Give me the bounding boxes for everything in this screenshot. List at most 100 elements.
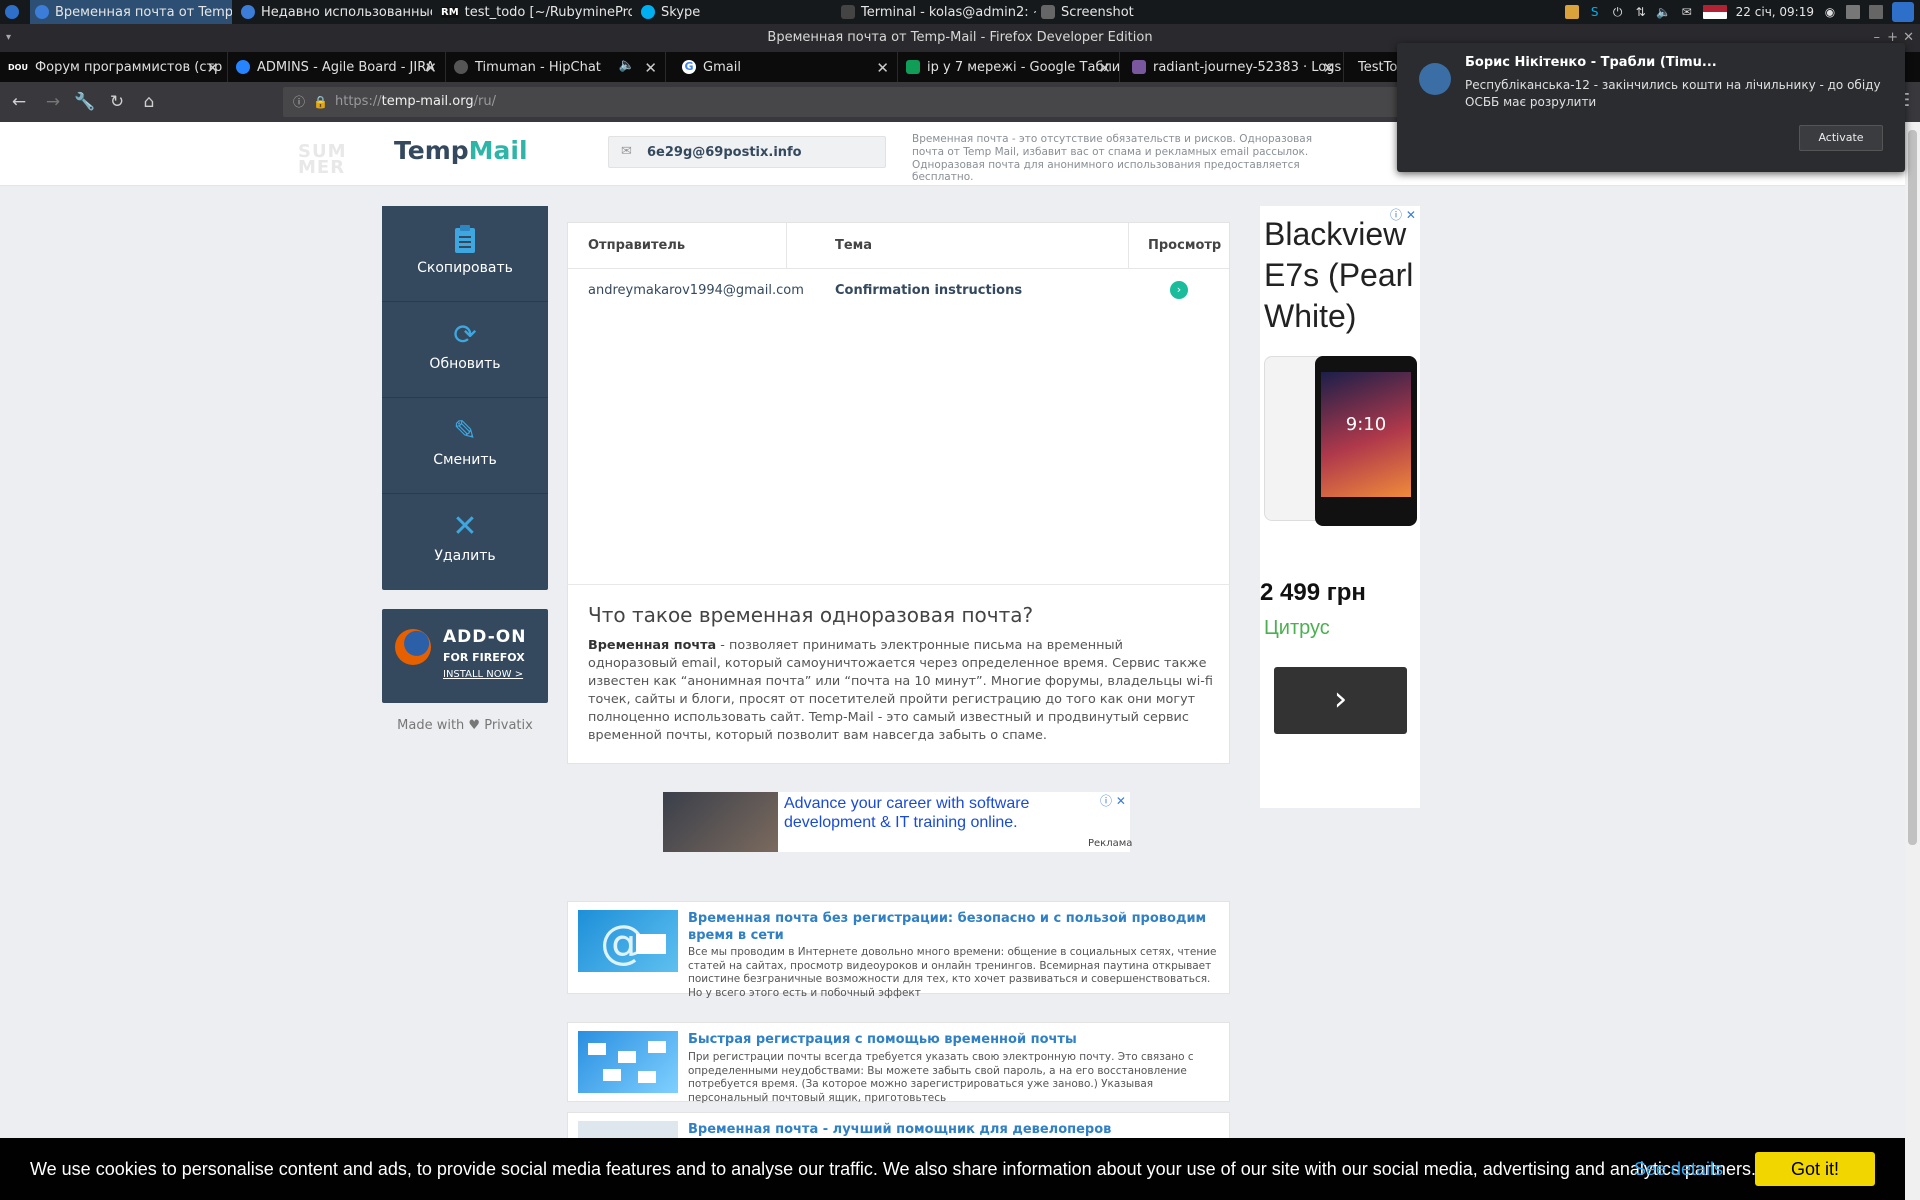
pen-icon: ✎: [453, 414, 477, 447]
cookie-accept-button[interactable]: Got it!: [1755, 1152, 1875, 1186]
url-bar[interactable]: ⓘ 🔒 https://temp-mail.org/ru/: [283, 87, 1403, 117]
power-plug-icon[interactable]: ⏻: [1611, 5, 1625, 19]
network-icon[interactable]: ⇅: [1634, 5, 1648, 19]
copy-button[interactable]: Скопировать: [382, 206, 548, 302]
article-title[interactable]: Временная почта - лучший помощник для де…: [688, 1121, 1223, 1138]
taskbar-task-screenshot[interactable]: Screenshot: [1036, 0, 1236, 24]
heroku-icon: [1132, 60, 1146, 74]
close-tab-icon[interactable]: ✕: [424, 59, 437, 77]
tab-jira[interactable]: ADMINS - Agile Board - JIRA ✕: [228, 52, 446, 82]
volume-icon[interactable]: 🔈: [1656, 5, 1671, 19]
refresh-label: Обновить: [429, 356, 501, 372]
article-title[interactable]: Временная почта без регистрации: безопас…: [688, 910, 1223, 944]
firefox-addon-banner[interactable]: ADD-ON FOR FIREFOX INSTALL NOW >: [382, 609, 548, 703]
desktop-notification[interactable]: Борис Нікітенко - Трабли (Timu... Респуб…: [1397, 43, 1905, 172]
logo[interactable]: TempMail: [394, 136, 528, 165]
logo-temp: Temp: [394, 136, 469, 165]
task-label: test_todo [~/RubymineProjec...: [464, 4, 632, 20]
addon-install-link[interactable]: INSTALL NOW >: [443, 669, 523, 680]
addon-subtitle: FOR FIREFOX: [443, 651, 525, 664]
mail-sender[interactable]: andreymakarov1994@gmail.com: [588, 283, 804, 298]
tab-label: Gmail: [703, 59, 741, 75]
info-text: Временная почта - позволяет принимать эл…: [588, 637, 1213, 745]
close-tab-icon[interactable]: ✕: [644, 59, 657, 77]
tab-dou-forum[interactable]: DOU Форум программистов (стр ✕: [0, 52, 228, 82]
table-row[interactable]: andreymakarov1994@gmail.com Confirmation…: [568, 269, 1229, 313]
addon-title: ADD-ON: [443, 627, 527, 647]
mail-icon[interactable]: ✉: [1680, 5, 1694, 19]
col-subject: Тема: [835, 238, 873, 253]
url-path: /ru/: [473, 94, 496, 109]
activate-button[interactable]: Activate: [1799, 125, 1883, 151]
folder-icon[interactable]: [1846, 5, 1860, 19]
notification-title: Борис Нікітенко - Трабли (Timu...: [1465, 55, 1717, 70]
list-item[interactable]: @ Временная почта без регистрации: безоп…: [567, 901, 1230, 999]
tab-hipchat[interactable]: Timuman - HipChat 🔈 ✕: [446, 52, 666, 82]
product-ad[interactable]: ⓘ ✕ Blackview E7s (Pearl White) 9:10 2 4…: [1260, 206, 1420, 808]
taskbar-task-recent[interactable]: Недавно использованные ...: [236, 0, 432, 24]
info-bold: Временная почта: [588, 638, 717, 653]
start-menu-button[interactable]: [0, 0, 24, 24]
adchoices-icon[interactable]: ⓘ ✕: [1100, 792, 1126, 809]
refresh-button[interactable]: ⟳ Обновить: [382, 302, 548, 398]
article-thumbnail-envelopes-icon: [578, 1031, 678, 1093]
forward-icon[interactable]: →: [42, 91, 64, 113]
firefox-tray-icon[interactable]: [1892, 2, 1914, 22]
monitor-icon[interactable]: [1869, 5, 1883, 19]
taskbar-task-firefox[interactable]: Временная почта от Temp-...: [30, 0, 232, 24]
mail-subject[interactable]: Confirmation instructions: [835, 283, 1022, 298]
clipboard-icon[interactable]: [1564, 5, 1579, 19]
refresh-icon: ⟳: [453, 318, 477, 351]
info-panel: Что такое временная одноразовая почта? В…: [567, 584, 1230, 764]
article-title[interactable]: Быстрая регистрация с помощью временной …: [688, 1031, 1223, 1048]
network-manager-icon[interactable]: ◉: [1823, 5, 1837, 19]
page-content: SUM MER TempMail ✉ 6e29g@69postix.info В…: [0, 122, 1905, 1200]
close-tab-icon[interactable]: ✕: [1322, 59, 1335, 77]
cookie-details-link[interactable]: See details: [1634, 1159, 1723, 1180]
wrench-icon[interactable]: 🔧: [74, 91, 96, 113]
banner-ad[interactable]: Advance your career with software develo…: [663, 792, 1132, 852]
view-mail-icon[interactable]: ›: [1170, 281, 1188, 299]
article-body: Все мы проводим в Интернете довольно мно…: [688, 946, 1217, 1000]
change-button[interactable]: ✎ Сменить: [382, 398, 548, 494]
delete-button[interactable]: ✕ Удалить: [382, 494, 548, 590]
taskbar-task-skype[interactable]: Skype: [636, 0, 836, 24]
tab-heroku-logs[interactable]: radiant-journey-52383 · Logs ✕: [1124, 52, 1344, 82]
logo-mail: Mail: [468, 136, 528, 165]
tab-gmail[interactable]: G Gmail ✕: [674, 52, 898, 82]
made-with-link[interactable]: Made with ♥ Privatix: [382, 718, 548, 733]
taskbar-task-rubymine[interactable]: RM test_todo [~/RubymineProjec...: [436, 0, 632, 24]
page-scrollbar[interactable]: [1905, 122, 1920, 1200]
change-label: Сменить: [433, 452, 497, 468]
screenshot-icon: [1041, 5, 1055, 19]
ad-phone-image: 9:10: [1262, 356, 1417, 526]
ad-product-name[interactable]: Blackview E7s (Pearl White): [1264, 214, 1418, 337]
skype-tray-icon[interactable]: S: [1588, 5, 1602, 19]
terminal-icon: [841, 5, 855, 19]
close-tab-icon[interactable]: ✕: [1098, 59, 1111, 77]
info-icon[interactable]: ⓘ: [293, 87, 305, 117]
clock: 22 січ, 09:19: [1735, 5, 1814, 19]
lock-icon: 🔒: [313, 95, 328, 109]
task-label: Screenshot: [1061, 4, 1134, 20]
close-tab-icon[interactable]: ✕: [876, 59, 889, 77]
close-tab-icon[interactable]: ✕: [206, 59, 219, 77]
ad-next-button[interactable]: ›: [1274, 667, 1407, 734]
us-flag-icon[interactable]: [1702, 5, 1727, 19]
hipchat-icon: [454, 60, 468, 74]
list-item[interactable]: Быстрая регистрация с помощью временной …: [567, 1022, 1230, 1104]
speaker-icon[interactable]: 🔈: [619, 58, 635, 73]
taskbar-task-terminal[interactable]: Terminal - kolas@admin2: ~/...: [836, 0, 1036, 24]
reload-icon[interactable]: ↻: [106, 91, 128, 113]
tab-label: TestTo: [1358, 59, 1398, 75]
ad-text[interactable]: Advance your career with software develo…: [784, 794, 1054, 832]
window-menu-icon[interactable]: ▾: [6, 24, 11, 52]
url-host: temp-mail.org: [381, 94, 474, 109]
home-icon[interactable]: ⌂: [138, 91, 160, 113]
back-icon[interactable]: ←: [8, 91, 30, 113]
ad-shop[interactable]: Цитрус: [1264, 617, 1330, 640]
copy-label: Скопировать: [417, 260, 513, 276]
email-address-field[interactable]: ✉ 6e29g@69postix.info: [608, 136, 886, 168]
tab-google-sheets[interactable]: ip у 7 мережі - Google Табли ✕: [898, 52, 1120, 82]
scrollbar-thumb[interactable]: [1908, 130, 1917, 845]
